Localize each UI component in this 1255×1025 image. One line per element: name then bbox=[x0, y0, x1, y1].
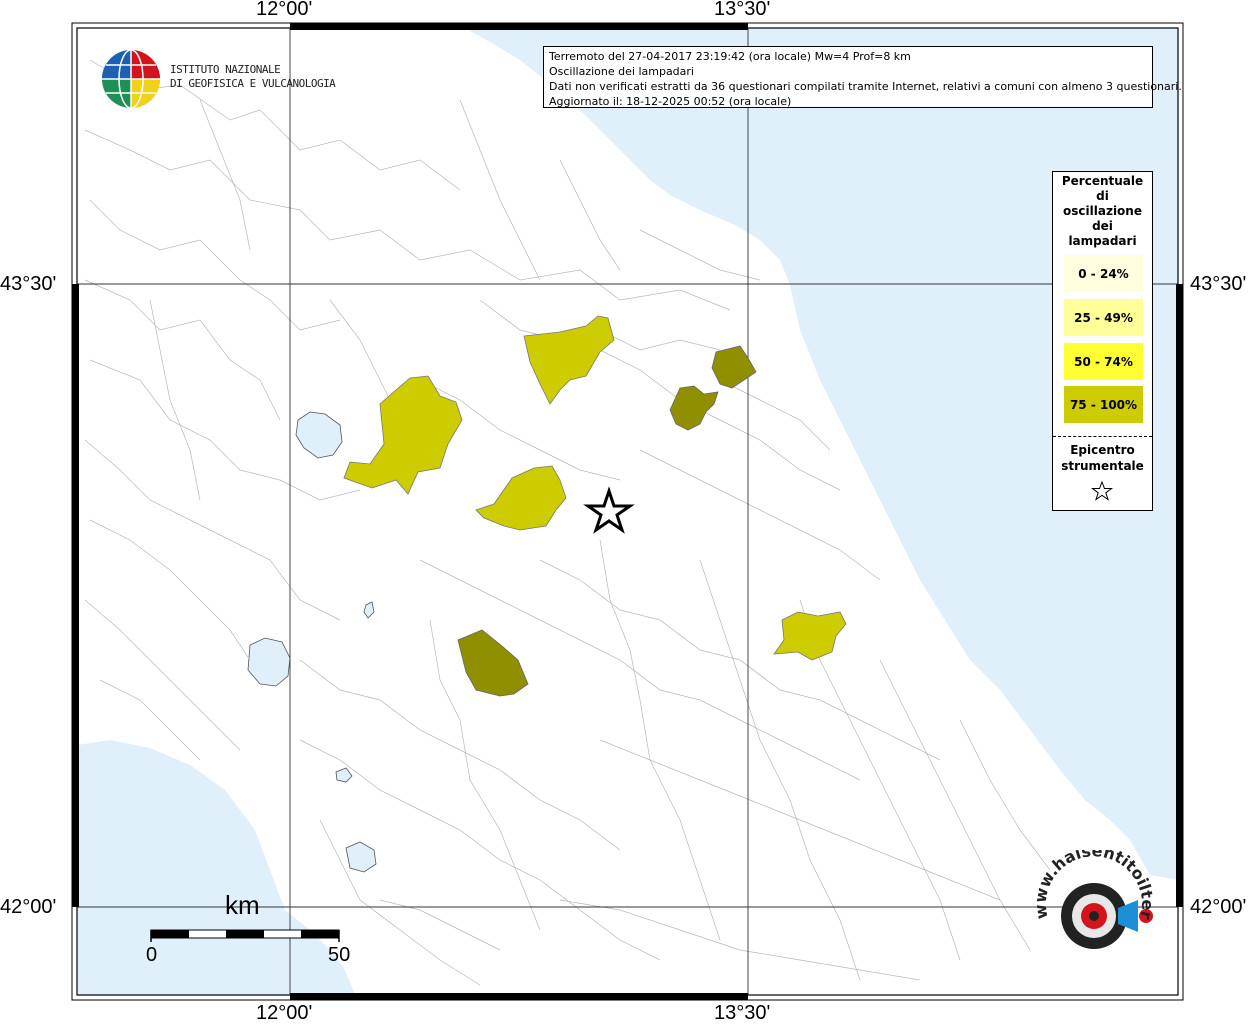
tick-top-left: 12°00' bbox=[256, 0, 313, 20]
legend-class-75-100: 75 - 100% bbox=[1064, 386, 1143, 423]
legend-title-line: oscillazione bbox=[1063, 204, 1142, 218]
tick-top-right: 13°30' bbox=[714, 0, 771, 20]
haisentitoilterremoto-logo: www.haisentitoilterremoto.it bbox=[1022, 835, 1165, 980]
frame-segment-bottom bbox=[290, 993, 748, 1000]
legend-title-line: dei bbox=[1092, 219, 1113, 233]
legend-star-icon bbox=[1091, 480, 1113, 501]
legend-title-line: Percentuale bbox=[1061, 174, 1144, 188]
ingv-logo: ISTITUTO NAZIONALE DI GEOFISICA E VULCAN… bbox=[100, 48, 336, 109]
tick-bottom-left: 12°00' bbox=[256, 1002, 313, 1024]
frame-segment-right bbox=[1176, 284, 1183, 907]
frame-segment-left bbox=[72, 284, 79, 907]
haisentitoilterremoto-logo-graphic: www.haisentitoilterremoto.it bbox=[1022, 835, 1157, 949]
tick-right-upper: 43°30' bbox=[1190, 273, 1247, 295]
scale-end: 50 bbox=[328, 944, 351, 966]
event-info-box: Terremoto del 27-04-2017 23:19:42 (ora l… bbox=[543, 46, 1182, 108]
tick-bottom-right: 13°30' bbox=[714, 1002, 771, 1024]
scale-unit: km bbox=[225, 890, 260, 920]
legend-epicenter-label: Epicentro strumentale bbox=[1053, 442, 1152, 474]
tick-left-upper: 43°30' bbox=[0, 273, 57, 295]
data-disclaimer: Dati non verificati estratti da 36 quest… bbox=[549, 80, 1182, 93]
scale-bar: km 0 50 bbox=[140, 890, 370, 970]
legend-separator bbox=[1053, 436, 1152, 437]
legend-title-line: lampadari bbox=[1068, 234, 1137, 248]
scale-bar-graphic bbox=[150, 929, 340, 942]
legend-class-50-74: 50 - 74% bbox=[1064, 343, 1143, 380]
ingv-name-line1: ISTITUTO NAZIONALE bbox=[170, 63, 281, 76]
tick-right-lower: 42°00' bbox=[1190, 896, 1247, 918]
legend: Percentuale di oscillazione dei lampadar… bbox=[1052, 171, 1153, 511]
tick-left-lower: 42°00' bbox=[0, 896, 57, 918]
legend-epicenter-line: strumentale bbox=[1061, 459, 1144, 473]
legend-epicenter-line: Epicentro bbox=[1070, 443, 1135, 457]
scale-start: 0 bbox=[146, 944, 158, 966]
legend-title-line: di bbox=[1096, 189, 1109, 203]
legend-class-0-24: 0 - 24% bbox=[1064, 255, 1143, 292]
event-title: Terremoto del 27-04-2017 23:19:42 (ora l… bbox=[549, 50, 911, 63]
update-timestamp: Aggiornato il: 18-12-2025 00:52 (ora loc… bbox=[549, 95, 792, 108]
frame-segment-top bbox=[290, 23, 748, 30]
legend-class-25-49: 25 - 49% bbox=[1064, 299, 1143, 336]
map-subject: Oscillazione dei lampadari bbox=[549, 65, 694, 78]
legend-title: Percentuale di oscillazione dei lampadar… bbox=[1053, 174, 1152, 249]
ingv-globe-icon bbox=[102, 49, 160, 109]
ingv-name-line2: DI GEOFISICA E VULCANOLOGIA bbox=[170, 77, 336, 90]
